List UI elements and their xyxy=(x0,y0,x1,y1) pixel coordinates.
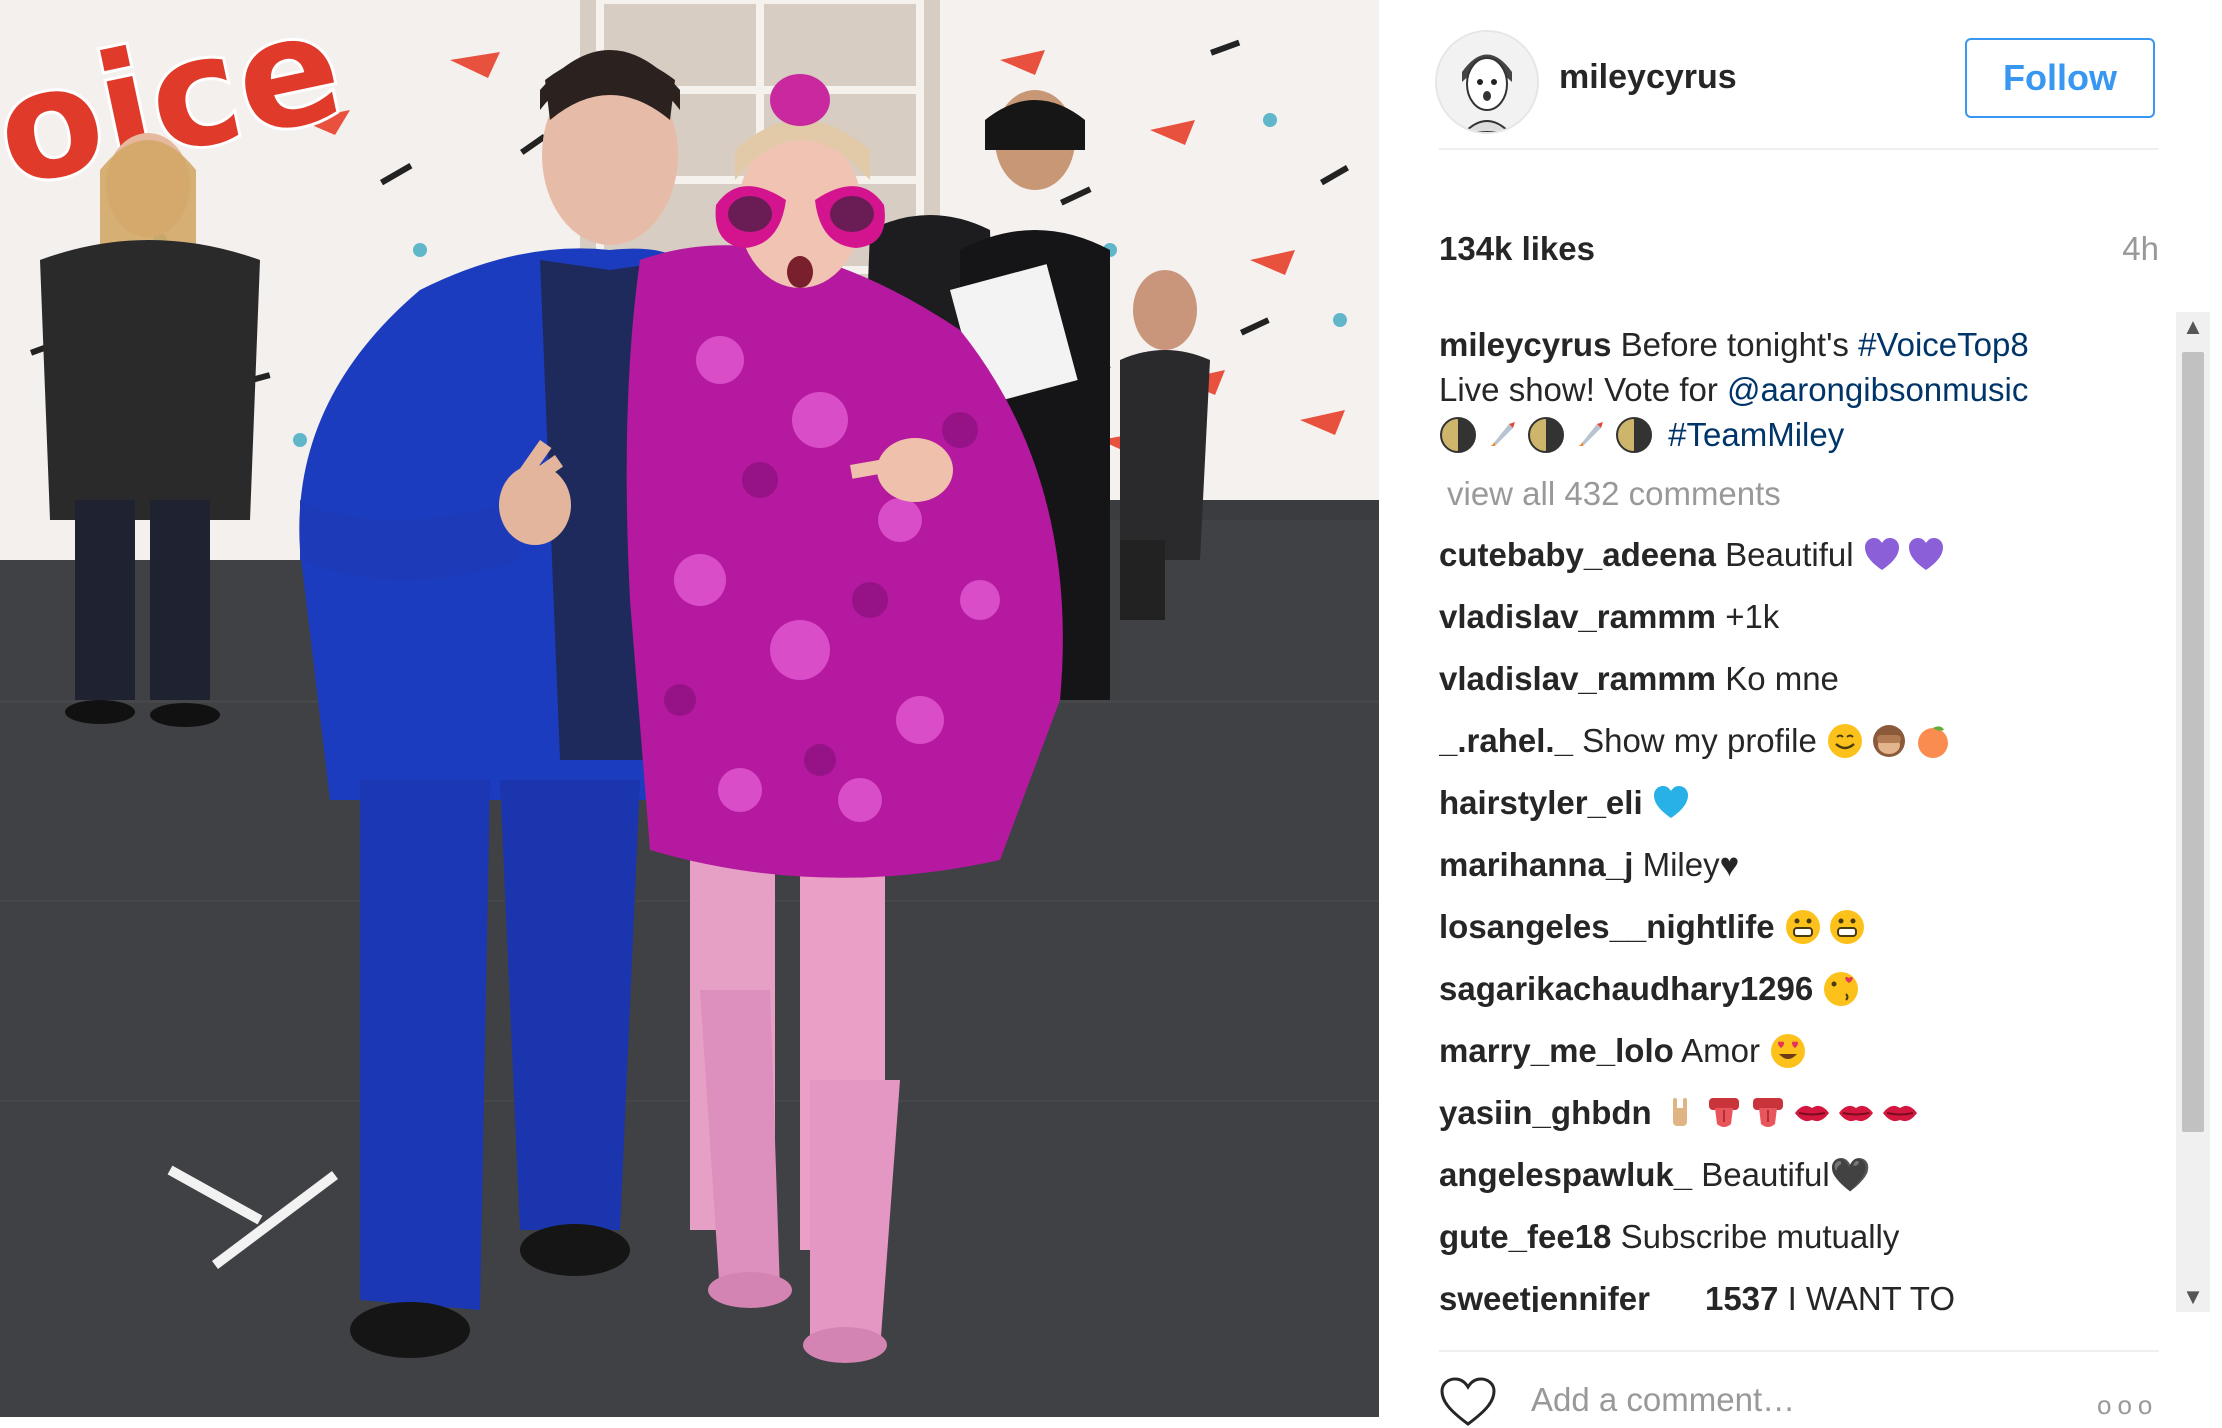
grin-icon xyxy=(1785,910,1820,944)
more-options-icon[interactable]: ooo xyxy=(2097,1390,2158,1421)
comment-username[interactable]: cutebaby_adeena xyxy=(1439,536,1716,573)
horns-icon xyxy=(1672,1098,1687,1126)
comment-item: sagarikachaudhary1296 xyxy=(1439,969,2159,1009)
comment-username[interactable]: hairstyler_eli xyxy=(1439,784,1643,821)
comment-text: I WANT TO xyxy=(1787,1280,1956,1312)
tongue-icon xyxy=(1752,1098,1783,1127)
purple-heart-icon xyxy=(1908,538,1943,570)
comment-item: vladislav_rammm Ko mne xyxy=(1439,659,2159,699)
caption-text-2: Live show! Vote for xyxy=(1439,371,1718,408)
comment-item: cutebaby_adeena Beautiful xyxy=(1439,535,2159,575)
comment-item: vladislav_rammm +1k xyxy=(1439,597,2159,637)
likes-count[interactable]: 134k likes xyxy=(1439,230,1595,268)
comment-username[interactable]: marry_me_lolo xyxy=(1439,1032,1674,1069)
scroll-down-arrow-icon[interactable]: ▼ xyxy=(2176,1282,2210,1312)
add-comment-input[interactable] xyxy=(1529,1374,2053,1426)
monkey-icon xyxy=(1873,725,1906,757)
comment-item: losangeles__nightlife xyxy=(1439,907,2159,947)
heart-eyes-icon xyxy=(1771,1034,1806,1068)
comment-username[interactable]: vladislav_rammm xyxy=(1439,598,1716,635)
photo-illustration: oice xyxy=(0,0,1379,1417)
comment-item: marihanna_j Miley♥ xyxy=(1439,845,2159,885)
tongue-icon xyxy=(1708,1098,1739,1127)
mention-aarongibsonmusic[interactable]: @aarongibsonmusic xyxy=(1727,371,2028,408)
comments-list[interactable]: mileycyrus Before tonight's #VoiceTop8 L… xyxy=(1439,322,2159,1312)
comment-text: Beautiful xyxy=(1725,536,1854,573)
peach-icon xyxy=(1918,726,1949,758)
lips-icon xyxy=(1794,1105,1829,1122)
smile-icon xyxy=(1828,724,1863,758)
post-caption: mileycyrus Before tonight's #VoiceTop8 L… xyxy=(1439,322,2159,457)
caption-text-1: Before tonight's xyxy=(1620,326,1849,363)
comment-text: Miley♥ xyxy=(1642,846,1740,883)
comment-rows: cutebaby_adeena Beautiful vladislav_ramm… xyxy=(1439,535,2159,1312)
comment-text: +1k xyxy=(1725,598,1780,635)
comment-username[interactable]: gute_fee18 xyxy=(1439,1218,1611,1255)
blue-heart-icon xyxy=(1653,786,1688,818)
caption-username[interactable]: mileycyrus xyxy=(1439,326,1611,363)
comment-username[interactable]: marihanna_j xyxy=(1439,846,1633,883)
comment-item: _.rahel._ Show my profile xyxy=(1439,721,2159,761)
comment-item: marry_me_lolo Amor xyxy=(1439,1031,2159,1071)
comment-text: Amor xyxy=(1681,1032,1760,1069)
comment-username[interactable]: sagarikachaudhary1296 xyxy=(1439,970,1813,1007)
comment-username[interactable]: yasiin_ghbdn xyxy=(1439,1094,1652,1131)
view-all-comments-link[interactable]: view all 432 comments xyxy=(1447,475,2159,513)
comment-username[interactable]: losangeles__nightlife xyxy=(1439,908,1775,945)
comment-text: Ko mne xyxy=(1725,660,1839,697)
comment-item: hairstyler_eli xyxy=(1439,783,2159,823)
lips-icon xyxy=(1838,1105,1873,1122)
post-sidebar: mileycyrus Follow 134k likes 4h mileycyr… xyxy=(1379,0,2222,1426)
comment-item: yasiin_ghbdn xyxy=(1439,1093,2159,1133)
comment-item: gute_fee18 Subscribe mutually xyxy=(1439,1217,2159,1257)
moon-icon xyxy=(1528,417,1564,453)
kiss-icon xyxy=(1824,972,1859,1006)
comment-text: Show my profile xyxy=(1582,722,1817,759)
comment-text: Beautiful🖤 xyxy=(1701,1156,1871,1193)
comment-item: angelespawluk_ Beautiful🖤 xyxy=(1439,1155,2159,1195)
comment-username[interactable]: vladislav_rammm xyxy=(1439,660,1716,697)
scroll-up-arrow-icon[interactable]: ▲ xyxy=(2176,312,2210,342)
rocket-icon xyxy=(1486,419,1518,451)
moon-icon xyxy=(1616,417,1652,453)
post-photo[interactable]: oice xyxy=(0,0,1379,1417)
comments-scrollbar[interactable]: ▲ ▼ xyxy=(2176,312,2210,1312)
header-divider xyxy=(1439,30,2159,150)
like-heart-icon[interactable] xyxy=(1439,1376,1497,1428)
rocket-icon xyxy=(1574,419,1606,451)
post-timestamp[interactable]: 4h xyxy=(2122,230,2159,268)
hashtag-teammiley[interactable]: #TeamMiley xyxy=(1668,416,1844,453)
lips-icon xyxy=(1882,1105,1917,1122)
grin-icon xyxy=(1829,910,1864,944)
comment-item: sweetjennifer___1537 I WANT TO xyxy=(1439,1279,2159,1312)
comment-username[interactable]: angelespawluk_ xyxy=(1439,1156,1692,1193)
comment-username[interactable]: _.rahel._ xyxy=(1439,722,1573,759)
hashtag-voicetop8[interactable]: #VoiceTop8 xyxy=(1858,326,2029,363)
purple-heart-icon xyxy=(1864,538,1899,570)
comment-username[interactable]: sweetjennifer___1537 xyxy=(1439,1280,1778,1312)
comment-footer: ooo xyxy=(1439,1350,2159,1426)
moon-icon xyxy=(1440,417,1476,453)
scrollbar-thumb[interactable] xyxy=(2182,352,2204,1132)
comment-text: Subscribe mutually xyxy=(1620,1218,1900,1255)
